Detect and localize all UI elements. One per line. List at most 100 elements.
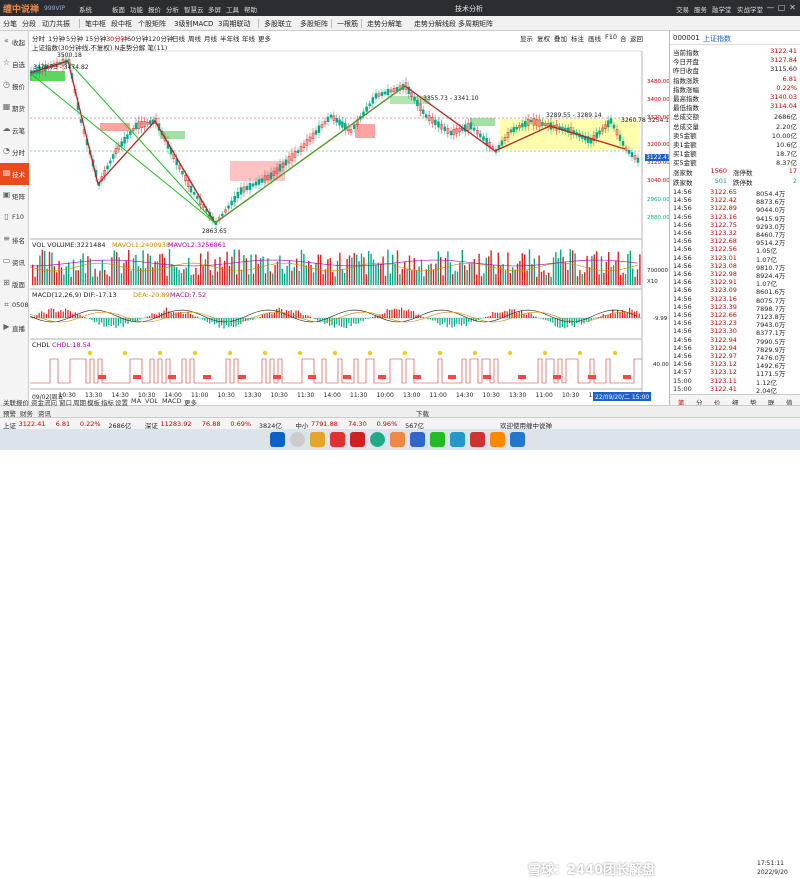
tool-multi-matrix[interactable]: 多股矩阵 bbox=[300, 19, 328, 29]
tool-stock-matrix[interactable]: 个股矩阵 bbox=[138, 19, 166, 29]
tool-fenbi[interactable]: 分笔 bbox=[3, 19, 17, 29]
menu-system[interactable]: 系统 bbox=[79, 4, 92, 14]
minimize-icon[interactable]: — bbox=[766, 3, 775, 12]
period-day[interactable]: 日线 bbox=[172, 33, 185, 43]
menu-quote[interactable]: 报价 bbox=[148, 4, 161, 14]
fn-macd[interactable]: MACD bbox=[162, 397, 181, 405]
candle-body bbox=[365, 106, 368, 112]
tool-fenduan[interactable]: 分段 bbox=[22, 19, 36, 29]
tool-trend-seg[interactable]: 走势分解线段 bbox=[414, 19, 456, 29]
chan-app-icon[interactable] bbox=[390, 432, 405, 447]
tool-one-line[interactable]: 一根筋 bbox=[337, 19, 358, 29]
tool-restore[interactable]: 复权 bbox=[537, 33, 550, 43]
menu-tools[interactable]: 工具 bbox=[226, 4, 239, 14]
volume-bar bbox=[130, 270, 132, 285]
tool-3cycle[interactable]: 3周期联动 bbox=[218, 19, 250, 29]
sidebar-item-cloud[interactable]: ☁ 云笔 bbox=[0, 119, 29, 141]
tool-combine[interactable]: 合 bbox=[620, 33, 627, 43]
fn-vol[interactable]: VOL bbox=[145, 397, 158, 405]
sidebar-item-favorites[interactable]: ☆ 自选 bbox=[0, 53, 29, 75]
sidebar-item-technical[interactable]: ▤ 技术 bbox=[0, 163, 29, 185]
sidebar-item-code[interactable]: ⌗ 0508 bbox=[0, 295, 29, 317]
close-icon[interactable]: ✕ bbox=[788, 3, 797, 12]
tick-time: 14:56 bbox=[673, 286, 692, 295]
stock-name[interactable]: 上证指数 bbox=[703, 34, 731, 44]
tool-multi-stock[interactable]: 多股联立 bbox=[264, 19, 292, 29]
fn-settings[interactable]: 设置 bbox=[115, 397, 128, 407]
fn-template[interactable]: 模板 bbox=[87, 397, 100, 407]
sidebar-item-intraday[interactable]: ◔ 分时 bbox=[0, 141, 29, 163]
period-more[interactable]: 更多 bbox=[258, 33, 271, 43]
period-week[interactable]: 周线 bbox=[188, 33, 201, 43]
app-red2-icon[interactable] bbox=[470, 432, 485, 447]
sidebar-item-quote[interactable]: ◷ 报价 bbox=[0, 75, 29, 97]
fn-more[interactable]: 更多 bbox=[184, 397, 197, 407]
tool-seg-center[interactable]: 段中枢 bbox=[111, 19, 132, 29]
app-blue-icon[interactable] bbox=[410, 432, 425, 447]
fn-fund-flow[interactable]: 资金流向 bbox=[31, 397, 57, 407]
app-red-icon[interactable] bbox=[330, 432, 345, 447]
link-trade[interactable]: 交易 bbox=[676, 4, 689, 14]
kline-chart-svg[interactable] bbox=[30, 31, 669, 405]
volume-bar bbox=[454, 270, 456, 285]
tool-annotate[interactable]: 标注 bbox=[571, 33, 584, 43]
maximize-icon[interactable]: □ bbox=[777, 3, 786, 12]
tool-multi-period[interactable]: 多周期矩阵 bbox=[458, 19, 493, 29]
volume-bar bbox=[264, 273, 267, 285]
menu-help[interactable]: 帮助 bbox=[244, 4, 257, 14]
volume-bar bbox=[480, 276, 483, 285]
volume-bar bbox=[617, 251, 619, 285]
period-year[interactable]: 年线 bbox=[242, 33, 255, 43]
volume-bar bbox=[495, 274, 497, 285]
tool-display[interactable]: 显示 bbox=[520, 33, 533, 43]
sidebar-item-f10[interactable]: ▯ F10 bbox=[0, 207, 29, 229]
wps-icon[interactable] bbox=[350, 432, 365, 447]
volume-bar bbox=[579, 270, 581, 285]
fn-window[interactable]: 窗口 bbox=[59, 397, 72, 407]
fn-ma[interactable]: MA bbox=[131, 397, 141, 405]
tool-macd3[interactable]: 3级别MACD bbox=[174, 19, 213, 29]
sidebar-item-futures[interactable]: ▦ 期货 bbox=[0, 97, 29, 119]
volume-bar bbox=[84, 273, 87, 285]
fn-period[interactable]: 周期 bbox=[73, 397, 86, 407]
tool-resonance[interactable]: 动力共振 bbox=[42, 19, 70, 29]
sidebar-item-collapse[interactable]: «收起 bbox=[0, 31, 29, 53]
menu-analysis[interactable]: 分析 bbox=[166, 4, 179, 14]
candle-body bbox=[296, 150, 300, 154]
browser-icon[interactable] bbox=[370, 432, 385, 447]
fn-related[interactable]: 关联报价 bbox=[3, 397, 29, 407]
search-icon[interactable] bbox=[290, 432, 305, 447]
sidebar-item-news[interactable]: ▭ 资讯 bbox=[0, 251, 29, 273]
folder-icon[interactable] bbox=[310, 432, 325, 447]
link-school[interactable]: 融学堂 bbox=[712, 4, 732, 14]
sidebar-item-layout[interactable]: ⊞ 版面 bbox=[0, 273, 29, 295]
menu-cloud[interactable]: 智慧云 bbox=[184, 4, 204, 14]
sidebar-item-live[interactable]: ▶ 直播 bbox=[0, 317, 29, 339]
volume-bar bbox=[46, 268, 48, 285]
link-service[interactable]: 服务 bbox=[694, 4, 707, 14]
app-blue2-icon[interactable] bbox=[510, 432, 525, 447]
time-cursor-label: 22/09/20/二 15:00 bbox=[593, 392, 652, 401]
period-month[interactable]: 月线 bbox=[204, 33, 217, 43]
menu-multiscreen[interactable]: 多屏 bbox=[208, 4, 221, 14]
tool-overlay[interactable]: 叠加 bbox=[554, 33, 567, 43]
menu-layout[interactable]: 板面 bbox=[112, 4, 125, 14]
volume-bar bbox=[272, 273, 274, 285]
app-cyan-icon[interactable] bbox=[450, 432, 465, 447]
tool-bi-center[interactable]: 笔中枢 bbox=[85, 19, 106, 29]
fn-indicator[interactable]: 指标 bbox=[101, 397, 114, 407]
candle-body bbox=[472, 127, 476, 131]
tool-trend-bi[interactable]: 走势分解笔 bbox=[367, 19, 402, 29]
tool-draw[interactable]: 画线 bbox=[588, 33, 601, 43]
wechat-icon[interactable] bbox=[430, 432, 445, 447]
app-orange-icon[interactable] bbox=[490, 432, 505, 447]
kline-chart-area[interactable]: 分时 1分钟 5分钟 15分钟 30分钟 60分钟 120分钟 日线 周线 月线… bbox=[30, 31, 672, 405]
link-practice[interactable]: 实战学堂 bbox=[737, 4, 763, 14]
sidebar-item-rank[interactable]: ≡ 排名 bbox=[0, 229, 29, 251]
tool-back[interactable]: 返回 bbox=[630, 33, 643, 43]
windows-start-icon[interactable] bbox=[270, 432, 285, 447]
menu-function[interactable]: 功能 bbox=[130, 4, 143, 14]
tool-f10[interactable]: F10 bbox=[605, 33, 617, 41]
sidebar-item-matrix[interactable]: ▣ 矩阵 bbox=[0, 185, 29, 207]
period-halfyear[interactable]: 半年线 bbox=[220, 33, 240, 43]
